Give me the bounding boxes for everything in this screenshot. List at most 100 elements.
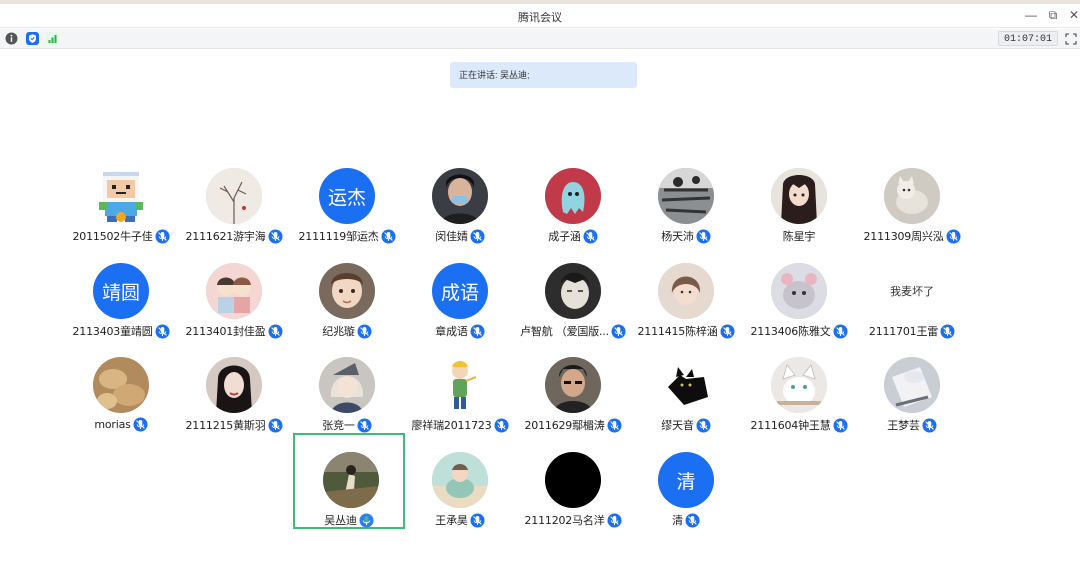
- participant-tile[interactable]: 王梦芸: [856, 357, 968, 449]
- avatar-initials: 运杰: [327, 186, 366, 209]
- ghost-illustration-avatar: [545, 168, 601, 224]
- participant-name: 2113401封佳盈: [185, 325, 266, 338]
- participant-name: 闵佳婧: [435, 230, 468, 243]
- bread-photo-avatar: [93, 357, 149, 413]
- shield-icon[interactable]: [26, 32, 39, 45]
- participant-name-row: 廖祥瑞2011723: [398, 417, 522, 433]
- participant-name-row: 2111621游宇海: [172, 228, 296, 244]
- muted-mic-icon: [133, 417, 148, 432]
- participant-tile[interactable]: 成语 章成语: [404, 263, 516, 355]
- close-button[interactable]: ✕: [1066, 7, 1080, 23]
- muted-mic-icon: [946, 229, 961, 244]
- participant-tile[interactable]: 纪兆璇: [291, 263, 403, 355]
- participant-tile[interactable]: 2111621游宇海: [178, 168, 290, 260]
- participant-name-row: 杨天沛: [624, 228, 748, 244]
- pixel-adventure-character-avatar: [93, 168, 149, 224]
- participant-tile[interactable]: 清清: [630, 452, 742, 544]
- participant-tile[interactable]: 缪天音: [630, 357, 742, 449]
- participant-tile[interactable]: 陈星宇: [743, 168, 855, 260]
- participant-tile[interactable]: 运杰 2111119邹运杰: [291, 168, 403, 260]
- muted-mic-icon: [268, 324, 283, 339]
- participant-name-row: 成子涵: [511, 228, 635, 244]
- muted-mic-icon: [583, 229, 598, 244]
- participant-tile[interactable]: 我麦坏了 2111701王雷: [856, 263, 968, 355]
- branches-photo-avatar: [206, 168, 262, 224]
- participant-tile[interactable]: 2111309周兴泓: [856, 168, 968, 260]
- cartoon-couple-avatar: [206, 263, 262, 319]
- participant-tile[interactable]: 卢智航 （爱国版...: [517, 263, 629, 355]
- info-icon[interactable]: [5, 32, 18, 45]
- participant-tile[interactable]: 成子涵: [517, 168, 629, 260]
- participant-tile[interactable]: 闵佳婧: [404, 168, 516, 260]
- muted-mic-icon: [607, 513, 622, 528]
- anime-girl-avatar: [771, 168, 827, 224]
- participant-tile[interactable]: morias: [65, 357, 177, 449]
- muted-mic-icon: [357, 418, 372, 433]
- participant-tile[interactable]: 王承昊: [404, 452, 516, 544]
- muted-mic-icon: [922, 418, 937, 433]
- muted-mic-icon: [720, 324, 735, 339]
- muted-mic-icon: [470, 229, 485, 244]
- participant-tile[interactable]: 2111604钟王慧: [743, 357, 855, 449]
- participant-name: 缪天音: [661, 419, 694, 432]
- participant-name-row: 2111415陈梓涵: [624, 323, 748, 339]
- participant-tile-active[interactable]: 吴丛迪: [293, 433, 405, 529]
- participant-name: 2111415陈梓涵: [637, 325, 718, 338]
- participant-name-row: 纪兆璇: [285, 323, 409, 339]
- participant-tile[interactable]: 2111202马名洋: [517, 452, 629, 544]
- participant-name: 杨天沛: [661, 230, 694, 243]
- participant-name-row: 王梦芸: [850, 417, 974, 433]
- sketch-face-avatar: [545, 263, 601, 319]
- participant-name: 2011629鄢楣涛: [524, 419, 605, 432]
- portrait-photo-avatar: [432, 168, 488, 224]
- participant-name: 2111215黄斯羽: [185, 419, 266, 432]
- participant-tile[interactable]: 杨天沛: [630, 168, 742, 260]
- cat-illustration-avatar: [771, 357, 827, 413]
- participant-name-row: 2113401封佳盈: [172, 323, 296, 339]
- participant-name-row: 2111119邹运杰: [285, 228, 409, 244]
- restore-button[interactable]: ⧉: [1045, 7, 1061, 23]
- muted-mic-icon: [470, 513, 485, 528]
- participant-name-row: 吴丛迪: [289, 512, 409, 528]
- avatar: 运杰: [319, 168, 375, 224]
- avatar-initials: 靖圆: [101, 281, 140, 304]
- participant-name-row: 2111215黄斯羽: [172, 417, 296, 433]
- participant-name: 廖祥瑞2011723: [411, 419, 492, 432]
- muted-mic-icon: [685, 513, 700, 528]
- participant-tile[interactable]: 廖祥瑞2011723: [404, 357, 516, 449]
- participant-tile[interactable]: 2011502牛子佳: [65, 168, 177, 260]
- participant-name: 2011502牛子佳: [72, 230, 153, 243]
- participant-tile[interactable]: 2113401封佳盈: [178, 263, 290, 355]
- ink-drawing-avatar: [658, 168, 714, 224]
- participant-name-row: morias: [59, 417, 183, 432]
- speaking-mic-icon: [359, 513, 374, 528]
- participant-tile[interactable]: 2111415陈梓涵: [630, 263, 742, 355]
- paper-photo-avatar: [884, 357, 940, 413]
- muted-mic-icon: [833, 418, 848, 433]
- avatar: 靖圆: [93, 263, 149, 319]
- muted-mic-icon: [940, 324, 955, 339]
- participant-name-row: 2011502牛子佳: [59, 228, 183, 244]
- participant-tile[interactable]: 2011629鄢楣涛: [517, 357, 629, 449]
- participant-name: 吴丛迪: [324, 514, 357, 527]
- participant-name: 2111701王雷: [868, 325, 939, 338]
- title-bar: 腾讯会议 — ⧉ ✕: [0, 4, 1080, 28]
- muted-mic-icon: [381, 229, 396, 244]
- outdoor-photo-avatar: [323, 452, 379, 508]
- fullscreen-icon[interactable]: [1065, 32, 1077, 45]
- participant-name-row: 张竞一: [285, 417, 409, 433]
- participant-name-row: 清: [624, 512, 748, 528]
- participant-name: 章成语: [435, 325, 468, 338]
- anime-character-avatar: [319, 357, 375, 413]
- participant-name-row: 2111202马名洋: [511, 512, 635, 528]
- man-photo-avatar: [545, 357, 601, 413]
- participant-tile[interactable]: 靖圆 2113403童靖圆: [65, 263, 177, 355]
- minimize-button[interactable]: —: [1023, 7, 1039, 23]
- muted-mic-icon: [268, 229, 283, 244]
- participant-name-row: 闵佳婧: [398, 228, 522, 244]
- participant-name: morias: [94, 418, 131, 431]
- participant-tile[interactable]: 2111215黄斯羽: [178, 357, 290, 449]
- black-cat-avatar: [658, 357, 714, 413]
- participant-tile[interactable]: 2113406陈雅文: [743, 263, 855, 355]
- signal-icon[interactable]: [46, 32, 59, 45]
